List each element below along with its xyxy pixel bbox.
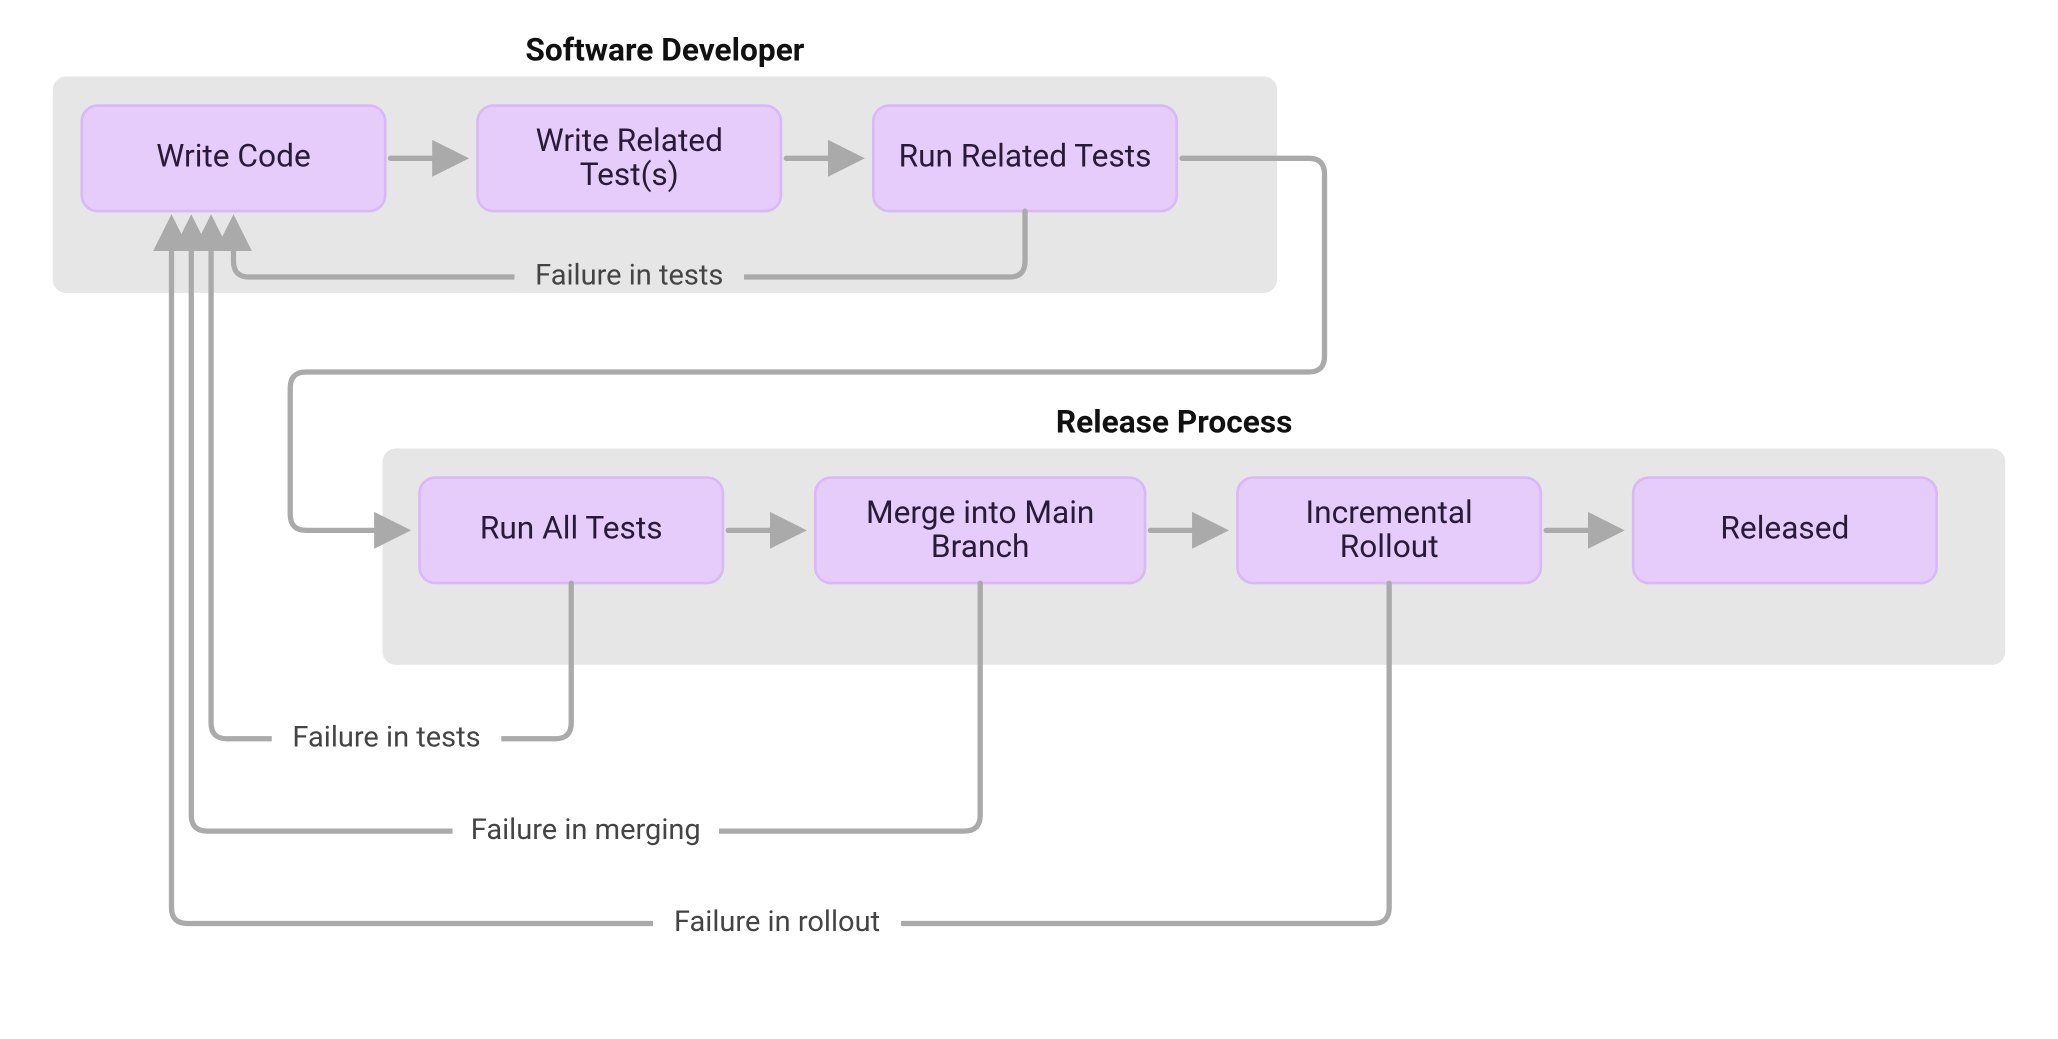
edge-label-failure-merge: Failure in merging (471, 813, 701, 847)
node-merge-main: Merge into Main Branch (815, 478, 1145, 584)
node-label-write-tests-1: Write Related (536, 122, 723, 159)
node-label-write-tests-2: Test(s) (580, 156, 679, 193)
edge-label-failure-related: Failure in tests (535, 259, 723, 293)
node-incremental-rollout: Incremental Rollout (1237, 478, 1540, 584)
node-label-rollout-2: Rollout (1340, 528, 1439, 565)
node-run-related-tests: Run Related Tests (873, 106, 1176, 212)
group-software-developer: Software Developer Write Code Write Rela… (53, 32, 1277, 293)
flow-diagram: Software Developer Write Code Write Rela… (0, 0, 2058, 1039)
edge-label-failure-all: Failure in tests (292, 720, 480, 754)
node-released: Released (1633, 478, 1936, 584)
group-title-software-developer: Software Developer (525, 32, 804, 69)
node-label-released: Released (1720, 510, 1849, 547)
node-run-all-tests: Run All Tests (420, 478, 723, 584)
node-write-related-tests: Write Related Test(s) (478, 106, 781, 212)
node-write-code: Write Code (82, 106, 385, 212)
node-label-rollout-1: Incremental (1306, 494, 1473, 531)
node-label-run-all: Run All Tests (480, 510, 663, 547)
group-release-process: Release Process Run All Tests Merge into… (383, 404, 2006, 665)
node-label-merge-1: Merge into Main (866, 494, 1094, 531)
node-label-run-related: Run Related Tests (899, 138, 1152, 175)
node-label-write-code: Write Code (156, 138, 310, 175)
edge-label-failure-rollout: Failure in rollout (674, 905, 880, 939)
group-title-release-process: Release Process (1056, 404, 1293, 441)
node-label-merge-2: Branch (931, 528, 1030, 565)
